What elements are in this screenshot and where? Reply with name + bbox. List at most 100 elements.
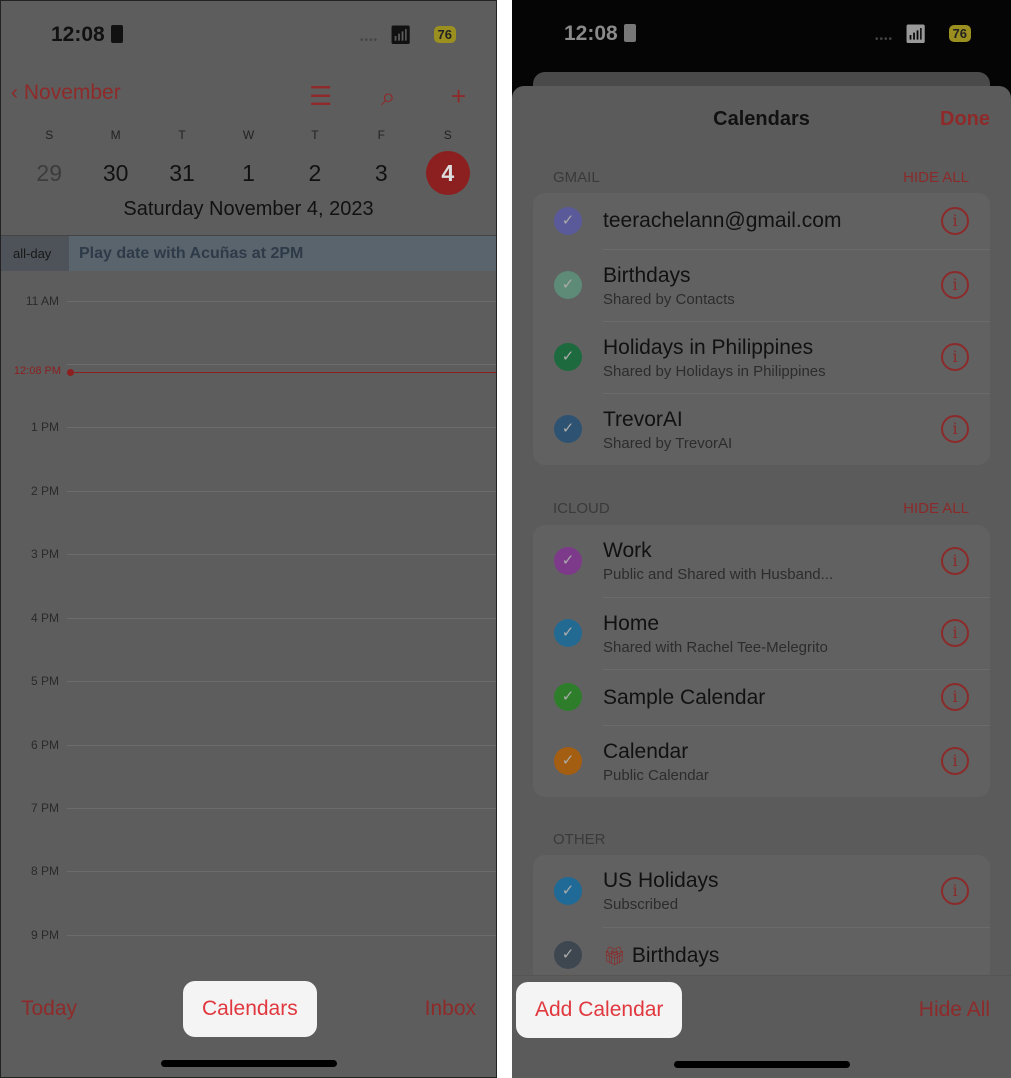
hour-label: 2 PM xyxy=(30,484,59,498)
info-icon[interactable]: i xyxy=(941,747,969,775)
all-day-event[interactable]: Play date with Acuñas at 2PM xyxy=(69,236,496,271)
date-cell[interactable]: 2 xyxy=(282,160,348,187)
info-icon[interactable]: i xyxy=(941,877,969,905)
checkmark-icon[interactable]: ✓ xyxy=(554,683,582,711)
calendar-row[interactable]: ✓ Calendar Public Calendar i xyxy=(533,725,990,797)
plus-icon[interactable]: + xyxy=(451,81,466,112)
info-icon[interactable]: i xyxy=(941,271,969,299)
calendar-row[interactable]: ✓ teerachelann@gmail.com i xyxy=(533,193,990,249)
weekday-label: M xyxy=(110,128,121,142)
hour-row: 2 PM xyxy=(1,484,496,498)
checkmark-icon[interactable]: ✓ xyxy=(554,415,582,443)
checkmark-icon[interactable]: ✓ xyxy=(554,343,582,371)
calendar-row[interactable]: ✓ Birthdays Shared by Contacts i xyxy=(533,249,990,321)
signal-icon: •••• xyxy=(874,34,893,45)
calendar-subtitle: Shared by TrevorAI xyxy=(603,434,733,452)
hour-row: 6 PM xyxy=(1,738,496,752)
status-bar: 12:08 •••• 📶︎ 76 xyxy=(1,23,496,51)
calendar-row[interactable]: ✓ Holidays in Philippines Shared by Holida… xyxy=(533,321,990,393)
checkmark-icon[interactable]: ✓ xyxy=(554,747,582,775)
calendar-name: Home xyxy=(603,611,660,635)
info-icon[interactable]: i xyxy=(941,683,969,711)
status-bar: 12:08 •••• 📶︎ 76 xyxy=(512,22,1011,50)
date-number: 29 xyxy=(36,159,62,186)
inbox-button[interactable]: Inbox xyxy=(425,981,476,1037)
weekday-label: T xyxy=(178,128,186,142)
sheet-toolbar: Add Calendar Hide All xyxy=(512,975,1011,1078)
weekday-label: W xyxy=(242,128,255,142)
calendar-row[interactable]: ✓ Sample Calendar i xyxy=(533,669,990,725)
search-icon[interactable]: ⌕ xyxy=(381,81,396,113)
calendar-group: ✓ Work Public and Shared with Husband... i ✓… xyxy=(533,525,990,797)
calendar-name: Holidays in Philippines xyxy=(603,335,814,359)
calendar-subtitle: Shared by Contacts xyxy=(603,290,735,308)
section-hide-all-button[interactable]: HIDE ALL xyxy=(903,169,969,186)
hour-row: 3 PM xyxy=(1,547,496,561)
calendar-name: Birthdays xyxy=(603,263,691,287)
checkmark-icon[interactable]: ✓ xyxy=(554,271,582,299)
section-hide-all-button[interactable]: HIDE ALL xyxy=(903,500,969,517)
info-icon[interactable]: i xyxy=(941,343,969,371)
weekday-header: SMTWTFS xyxy=(16,128,481,142)
section-header: GMAIL HIDE ALL xyxy=(553,169,969,186)
date-number: 30 xyxy=(102,159,129,186)
hour-label: 1 PM xyxy=(30,420,59,434)
hide-all-button[interactable]: Hide All xyxy=(919,982,990,1038)
section-header: OTHER xyxy=(553,831,969,848)
calendar-day-view: 12:08 •••• 📶︎ 76 ‹ November ☰ ⌕ + S M T W T F… xyxy=(0,0,497,1078)
info-icon[interactable]: i xyxy=(941,415,969,443)
calendar-name: Birthdays xyxy=(631,943,720,967)
add-calendar-button[interactable]: Add Calendar xyxy=(516,982,683,1038)
calendar-row[interactable]: ✓ US Holidays Subscribed i xyxy=(533,855,990,927)
date-cell[interactable]: 29 xyxy=(16,160,82,187)
calendar-row[interactable]: ✓ Work Public and Shared with Husband... i xyxy=(533,525,990,597)
checkmark-icon[interactable]: ✓ xyxy=(554,547,582,575)
date-number: 1 xyxy=(242,159,255,186)
wifi-icon: 📶︎ xyxy=(904,24,927,44)
hour-label: 8 PM xyxy=(30,864,59,878)
calendar-name: TrevorAI xyxy=(603,407,683,431)
status-time: 12:08 xyxy=(564,22,618,45)
battery-indicator: 76 xyxy=(948,25,971,42)
date-cell[interactable]: 30 xyxy=(82,160,148,187)
calendar-subtitle: Public Calendar xyxy=(603,766,709,784)
id-card-icon xyxy=(623,24,636,42)
checkmark-icon[interactable]: ✓ xyxy=(554,619,582,647)
hour-row: 7 PM xyxy=(1,801,496,815)
calendar-subtitle: Public and Shared with Husband... xyxy=(603,566,834,583)
info-icon[interactable]: i xyxy=(941,619,969,647)
list-icon[interactable]: ☰ xyxy=(309,81,332,112)
calendar-row[interactable]: ✓ TrevorAI Shared by TrevorAI i xyxy=(533,393,990,465)
done-button[interactable]: Done xyxy=(940,108,990,131)
signal-icon: •••• xyxy=(359,35,378,46)
date-cell[interactable]: 1 xyxy=(215,160,281,187)
back-button[interactable]: ‹ November xyxy=(11,81,121,105)
section-title: ICLOUD xyxy=(553,500,610,517)
info-icon[interactable]: i xyxy=(941,207,969,235)
calendar-row[interactable]: ✓ Home Shared with Rachel Tee-Melegrito i xyxy=(533,597,990,669)
checkmark-icon[interactable]: ✓ xyxy=(554,941,582,969)
calendar-group: ✓ teerachelann@gmail.com i ✓ Birthdays Shared… xyxy=(533,193,990,465)
section-title: OTHER xyxy=(553,831,606,848)
calendars-button[interactable]: Calendars xyxy=(183,981,317,1037)
section-header: ICLOUD HIDE ALL xyxy=(553,500,969,517)
date-number: 3 xyxy=(374,159,388,186)
weekday-label: F xyxy=(377,128,385,142)
date-cell[interactable]: 3 xyxy=(348,160,414,187)
calendar-name: Work xyxy=(603,539,652,562)
checkmark-icon[interactable]: ✓ xyxy=(554,207,582,235)
today-button[interactable]: Today xyxy=(21,981,77,1037)
hour-label: 11 AM xyxy=(25,294,59,308)
date-cell[interactable]: 31 xyxy=(149,160,215,187)
hour-row: 4 PM xyxy=(1,611,496,625)
info-icon[interactable]: i xyxy=(941,547,969,575)
calendar-name: US Holidays xyxy=(603,869,719,892)
chevron-left-icon: ‹ xyxy=(11,81,18,104)
all-day-row: all-day Play date with Acuñas at 2PM xyxy=(1,235,496,271)
checkmark-icon[interactable]: ✓ xyxy=(554,877,582,905)
sheet-title: Calendars xyxy=(713,108,810,130)
section-title: GMAIL xyxy=(553,169,600,186)
weekday-label: S xyxy=(443,128,452,142)
hour-row: 8 PM xyxy=(1,864,496,878)
date-cell[interactable]: 4 xyxy=(415,151,481,195)
